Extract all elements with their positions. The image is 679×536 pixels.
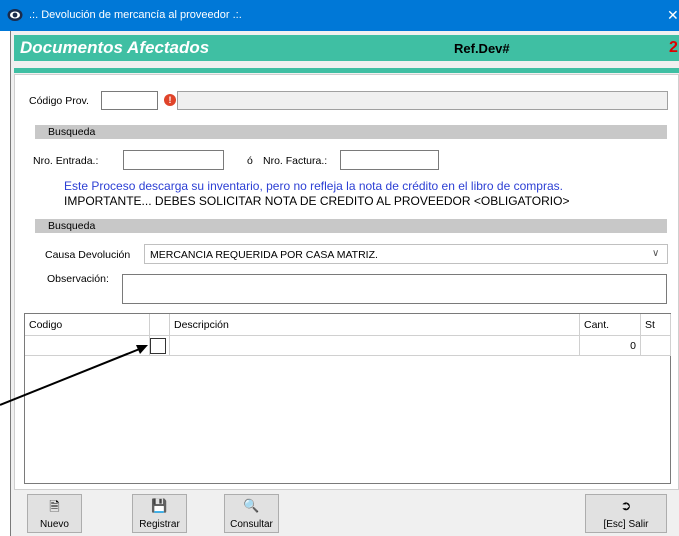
column-header-codigo[interactable]: Codigo — [25, 314, 150, 336]
exit-door-icon: ➲ — [620, 498, 632, 513]
chevron-down-icon[interactable]: ∨ — [652, 248, 659, 259]
new-document-icon: 🗎 — [49, 499, 60, 514]
exit-button[interactable]: ➲ [Esc] Salir — [585, 494, 667, 533]
items-grid[interactable]: Codigo Descripción Cant. St 0 — [24, 313, 671, 484]
close-icon[interactable]: ✕ — [667, 7, 679, 24]
window-title: .:. Devolución de mercancía al proveedor… — [29, 9, 242, 21]
entrada-input[interactable] — [123, 150, 224, 170]
row-checkbox[interactable] — [150, 338, 166, 354]
column-header-cant[interactable]: Cant. — [580, 314, 641, 336]
causa-select[interactable]: MERCANCIA REQUERIDA POR CASA MATRIZ. ∨ — [144, 244, 668, 264]
info-message: Este Proceso descarga su inventario, per… — [64, 179, 563, 193]
column-header-descripcion[interactable]: Descripción — [170, 314, 580, 336]
cell-cant[interactable]: 0 — [580, 336, 641, 356]
factura-input[interactable] — [340, 150, 439, 170]
column-header-select[interactable] — [150, 314, 170, 336]
causa-label: Causa Devolución — [45, 249, 131, 261]
provider-name-field — [177, 91, 668, 110]
search-section-title: Busqueda — [48, 126, 96, 138]
reason-section-title: Busqueda — [48, 220, 96, 232]
consult-icon: 🔍 — [243, 498, 260, 513]
observacion-input[interactable] — [122, 274, 667, 304]
consult-button[interactable]: 🔍 Consultar — [224, 494, 279, 533]
cell-codigo[interactable] — [25, 336, 150, 356]
factura-label: Nro. Factura.: — [263, 155, 328, 167]
reason-section-header: Busqueda — [35, 219, 667, 233]
ref-number: 2 — [669, 39, 678, 56]
info-icon[interactable]: ! — [164, 94, 176, 106]
provider-code-input[interactable] — [101, 91, 158, 110]
window-titlebar: .:. Devolución de mercancía al proveedor… — [0, 0, 679, 31]
or-label: ó — [247, 155, 253, 167]
register-button[interactable]: 💾 Registrar — [132, 494, 187, 533]
entrada-label: Nro. Entrada.: — [33, 155, 99, 167]
column-header-st[interactable]: St — [641, 314, 671, 336]
new-button[interactable]: 🗎 Nuevo — [27, 494, 82, 533]
eye-icon — [7, 9, 23, 21]
causa-selected-value: MERCANCIA REQUERIDA POR CASA MATRIZ. — [150, 249, 378, 261]
cell-descripcion[interactable] — [170, 336, 580, 356]
warning-message: IMPORTANTE... DEBES SOLICITAR NOTA DE CR… — [64, 194, 570, 208]
ref-label: Ref.Dev# — [454, 41, 510, 56]
cell-st[interactable] — [641, 336, 671, 356]
provider-code-label: Código Prov. — [29, 95, 89, 107]
search-section-header: Busqueda — [35, 125, 667, 139]
document-header: Documentos Afectados Ref.Dev# 2 — [14, 35, 679, 61]
register-icon: 💾 — [151, 498, 168, 513]
observacion-label: Observación: — [47, 273, 109, 285]
header-divider — [14, 68, 679, 73]
page-title: Documentos Afectados — [20, 38, 210, 57]
